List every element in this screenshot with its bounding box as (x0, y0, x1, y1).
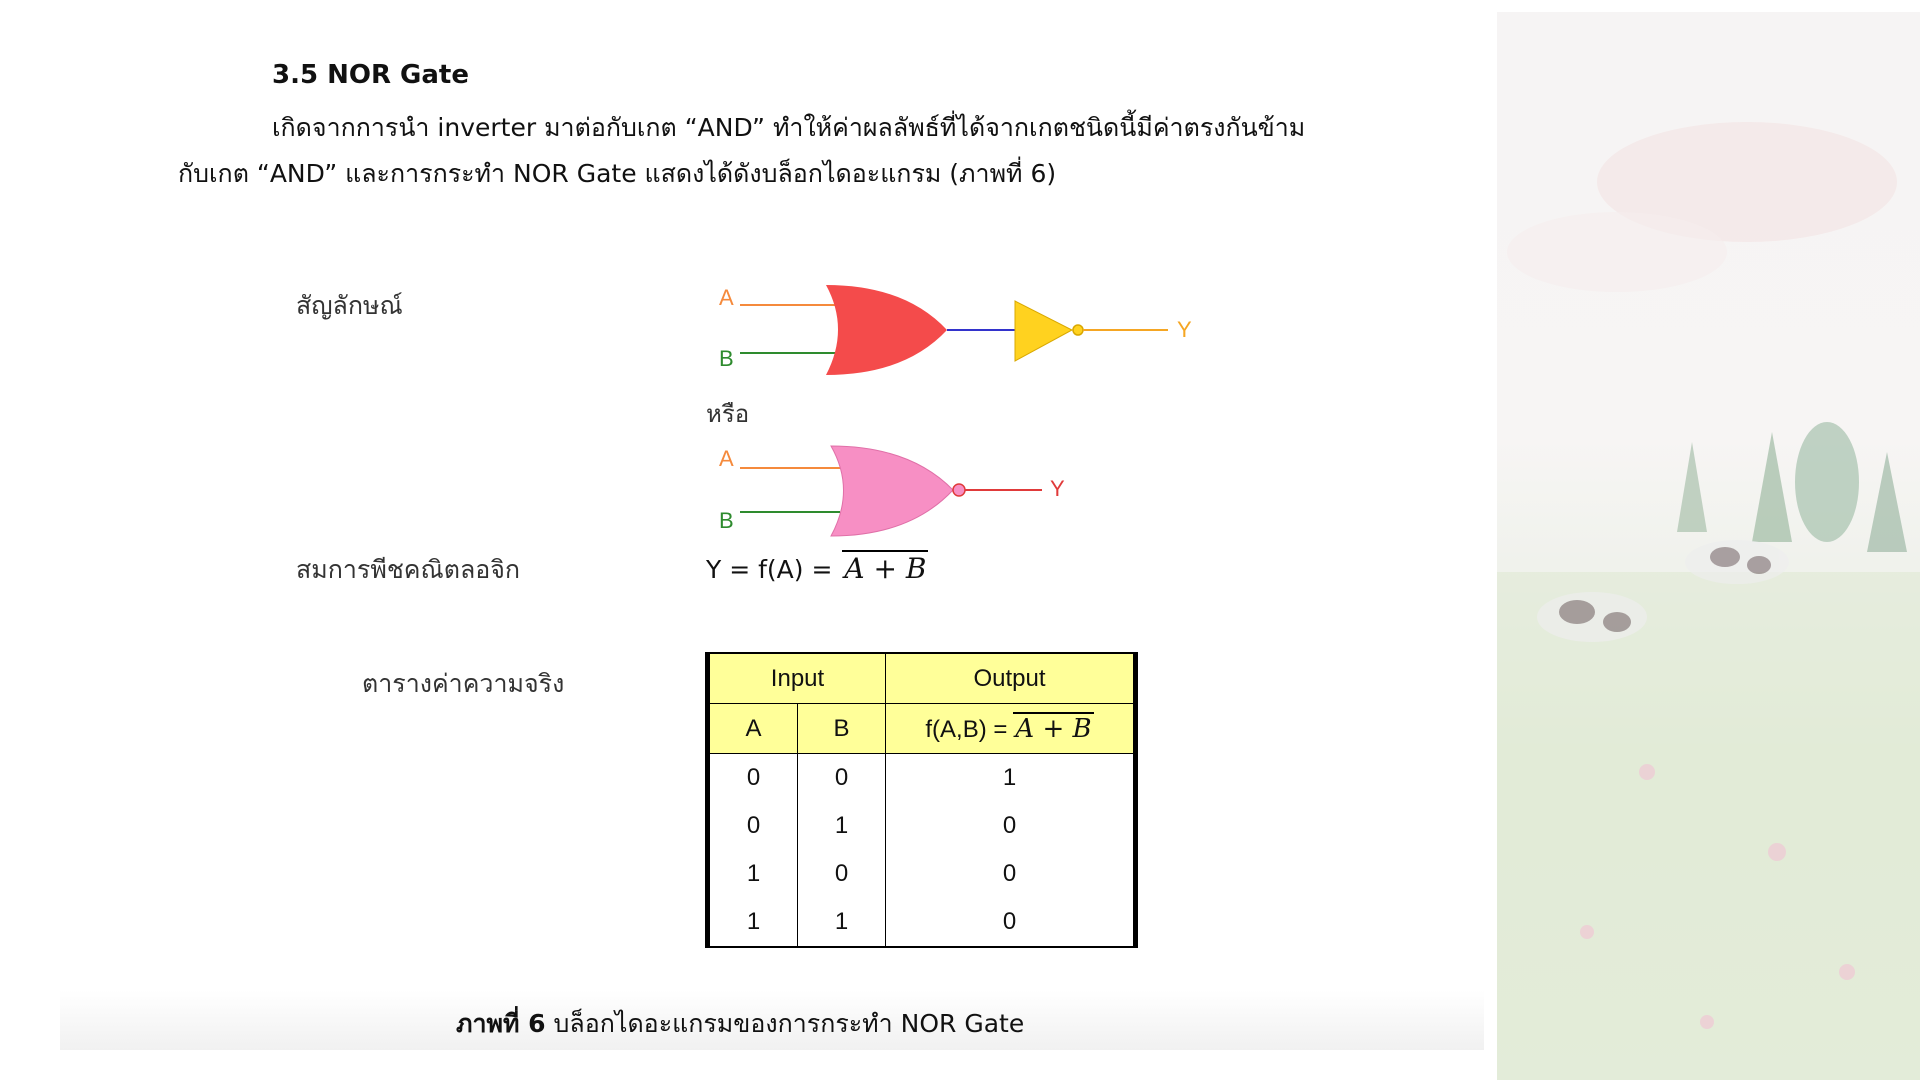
cell-a: 0 (746, 764, 761, 791)
cell-b: 0 (797, 850, 886, 898)
tree-icon (1752, 432, 1792, 542)
equation-label: สมการพีชคณิตลอจิก (296, 555, 521, 584)
flower-icon (1839, 964, 1855, 980)
header-col-a: A (707, 703, 798, 754)
decorative-side-panel (1497, 12, 1920, 1080)
cell-f: 0 (885, 802, 1136, 850)
cell-b: 1 (797, 898, 886, 947)
cell-f: 0 (885, 850, 1136, 898)
inverter-icon (1014, 300, 1074, 362)
header-col-f: f(A,B) = A + B (885, 703, 1136, 754)
cell-b: 0 (797, 753, 886, 802)
equation-lhs: Y = f(A) = (706, 555, 833, 584)
header-col-b: B (797, 703, 886, 754)
gate2-input-b-label: B (719, 508, 734, 533)
table-row: 1 1 0 (708, 898, 1136, 947)
tree-icon (1795, 422, 1859, 542)
flower-icon (1700, 1015, 1714, 1029)
nor-gate-icon (830, 445, 954, 537)
cell-b: 1 (797, 802, 886, 850)
or-gate-icon (826, 285, 947, 375)
cloud-shape (1507, 212, 1727, 292)
document-page: 3.5 NOR Gate เกิดจากการนำ inverter มาต่อ… (0, 0, 1484, 1080)
truth-table-label: ตารางค่าความจริง (362, 669, 565, 698)
symbol-label: สัญลักษณ์ (296, 291, 403, 320)
gate2-input-a-label: A (719, 446, 734, 471)
cell-f: 1 (885, 753, 1136, 802)
cow-icon (1537, 592, 1647, 642)
caption-text: บล็อกไดอะแกรมของการกระทำ NOR Gate (545, 1009, 1025, 1038)
paragraph-line-1: เกิดจากการนำ inverter มาต่อกับเกต “AND” … (272, 113, 1306, 142)
table-row: 1 0 0 (708, 850, 1136, 898)
flower-icon (1639, 764, 1655, 780)
cow-icon (1685, 540, 1789, 584)
cell-a: 0 (746, 812, 761, 839)
inverter-bubble-icon (1072, 324, 1084, 336)
boolean-equation: Y = f(A) = A + B (706, 550, 929, 585)
flower-icon (1768, 843, 1786, 861)
meadow-illustration (1497, 122, 1920, 1080)
truth-table: Input Output A B f(A,B) = A + B 0 0 1 0 1… (705, 652, 1138, 948)
table-row: 0 1 0 (708, 802, 1136, 850)
or-label: หรือ (706, 400, 750, 428)
table-row: 0 0 1 (708, 753, 1136, 802)
header-output: Output (885, 652, 1136, 704)
caption-prefix: ภาพที่ 6 (456, 1009, 546, 1038)
equation-rhs: A + B (842, 550, 929, 585)
paragraph-line-2: กับเกต “AND” และการกระทำ NOR Gate แสดงได… (178, 159, 1057, 188)
cell-f: 0 (885, 898, 1136, 947)
gate1-input-b-label: B (719, 346, 734, 371)
cell-a: 1 (746, 908, 761, 935)
cell-a: 1 (746, 860, 761, 887)
gate1-input-a-label: A (719, 285, 734, 310)
meadow-ground (1497, 572, 1920, 1080)
tree-icon (1677, 442, 1707, 532)
header-col-f-expr: A + B (1013, 711, 1094, 744)
nor-bubble-icon (952, 483, 966, 497)
or-inverter-diagram: A B Y (719, 285, 1192, 375)
figure-caption: ภาพที่ 6 บล็อกไดอะแกรมของการกระทำ NOR Ga… (456, 1004, 1024, 1044)
header-input: Input (707, 652, 886, 704)
section-heading: 3.5 NOR Gate (272, 60, 469, 90)
header-col-f-label: f(A,B) = (925, 715, 1008, 743)
tree-icon (1867, 452, 1907, 552)
flower-icon (1580, 925, 1594, 939)
nor-gate-diagram: A B Y (719, 445, 1065, 537)
gate1-output-label: Y (1177, 317, 1192, 342)
gate2-output-label: Y (1050, 476, 1065, 501)
